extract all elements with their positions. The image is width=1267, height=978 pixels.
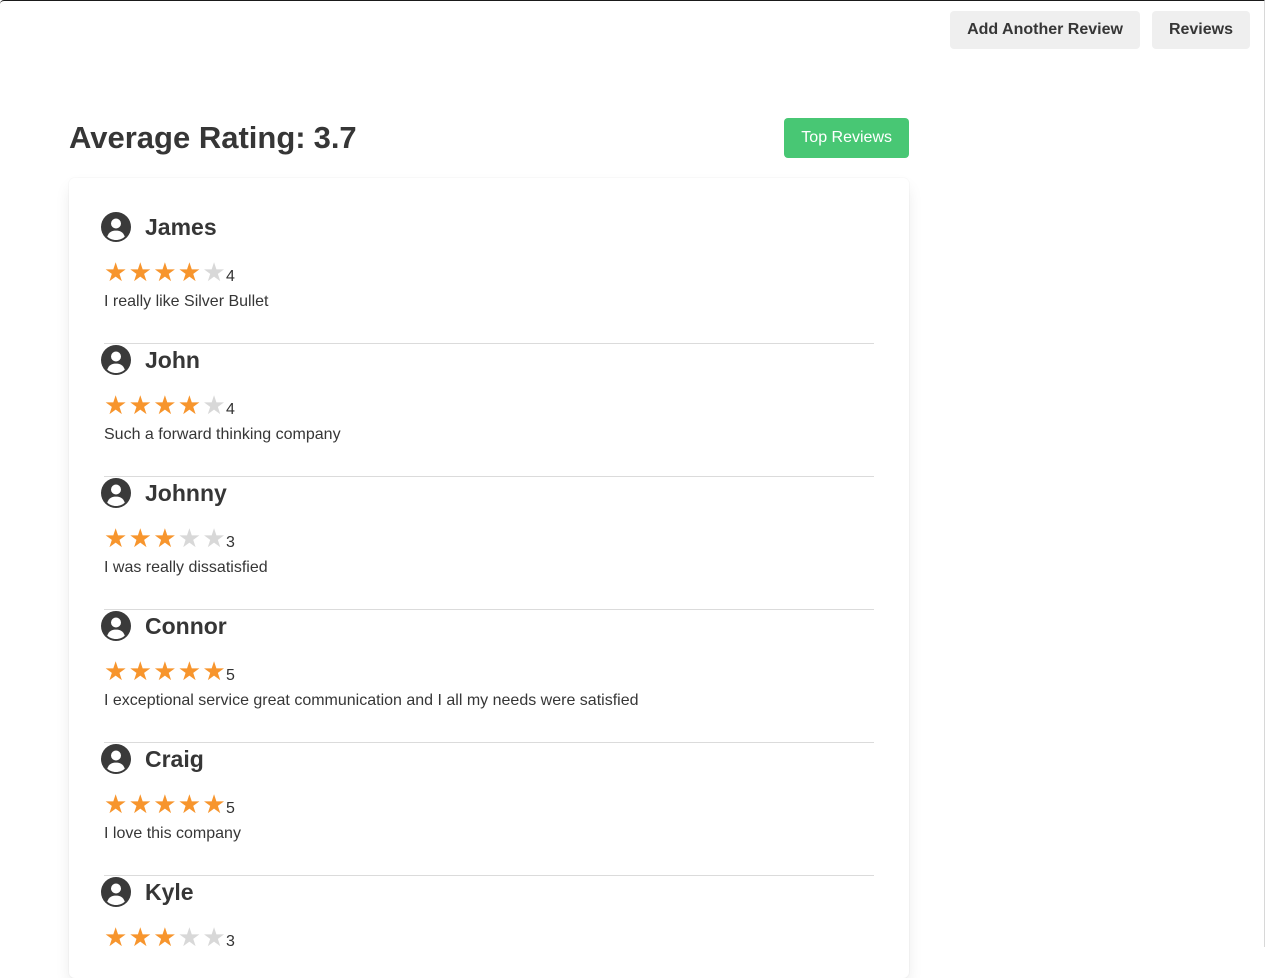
- user-circle-icon: [101, 345, 131, 375]
- rating-value: 4: [225, 268, 235, 285]
- reviewer-name: Johnny: [145, 480, 227, 506]
- star-filled-icon: ★: [153, 524, 177, 554]
- user-circle-icon: [101, 478, 131, 508]
- user-circle-icon: [101, 611, 131, 641]
- star-filled-icon: ★: [104, 258, 128, 288]
- star-empty-icon: ★: [202, 923, 226, 953]
- top-reviews-button[interactable]: Top Reviews: [784, 118, 909, 158]
- review-text: I exceptional service great communicatio…: [104, 692, 639, 709]
- star-filled-icon: ★: [202, 657, 226, 687]
- reviewer-name: Craig: [145, 746, 204, 772]
- star-filled-icon: ★: [128, 258, 152, 288]
- star-filled-icon: ★: [153, 258, 177, 288]
- star-empty-icon: ★: [202, 524, 226, 554]
- reviewer-name: Kyle: [145, 879, 194, 905]
- reviews-button[interactable]: Reviews: [1151, 11, 1250, 49]
- review-text: I really like Silver Bullet: [104, 293, 269, 310]
- star-rating: ★ ★ ★ ★ ★ 4: [104, 391, 235, 421]
- star-filled-icon: ★: [128, 657, 152, 687]
- review-text: Such a forward thinking company: [104, 426, 341, 443]
- star-filled-icon: ★: [177, 258, 202, 288]
- star-filled-icon: ★: [128, 391, 152, 421]
- user-circle-icon: [101, 877, 131, 907]
- rating-value: 4: [225, 401, 235, 418]
- star-empty-icon: ★: [202, 391, 226, 421]
- star-filled-icon: ★: [104, 923, 128, 953]
- reviews-card: James ★ ★ ★ ★ ★ 4 I really like Silver Bullet Jo…: [69, 178, 909, 978]
- stars: ★ ★ ★ ★ ★: [104, 260, 227, 286]
- review-item: James ★ ★ ★ ★ ★ 4 I really like Silver Bullet: [101, 211, 874, 344]
- stars: ★ ★ ★ ★ ★: [104, 925, 227, 951]
- review-text: I was really dissatisfied: [104, 559, 268, 576]
- average-rating-value: 3.7: [313, 120, 357, 155]
- stars: ★ ★ ★ ★ ★: [104, 393, 227, 419]
- reviewer-name: James: [145, 214, 217, 240]
- page-title: Average Rating: 3.7: [69, 118, 357, 158]
- rating-value: 3: [225, 534, 235, 551]
- user-circle-icon: [101, 744, 131, 774]
- stars: ★ ★ ★ ★ ★: [104, 792, 227, 818]
- review-item: Connor ★ ★ ★ ★ ★ 5 I exceptional service great …: [101, 610, 874, 743]
- star-filled-icon: ★: [153, 657, 177, 687]
- star-filled-icon: ★: [128, 923, 152, 953]
- rating-value: 5: [225, 800, 235, 817]
- star-filled-icon: ★: [177, 657, 202, 687]
- rating-header: Average Rating: 3.7 Top Reviews: [69, 118, 909, 158]
- star-rating: ★ ★ ★ ★ ★ 4: [104, 258, 235, 288]
- reviewer-name: John: [145, 347, 200, 373]
- review-text: I love this company: [104, 825, 241, 842]
- add-another-review-button[interactable]: Add Another Review: [950, 11, 1140, 49]
- star-rating: ★ ★ ★ ★ ★ 3: [104, 923, 235, 953]
- star-filled-icon: ★: [128, 790, 152, 820]
- star-rating: ★ ★ ★ ★ ★ 3: [104, 524, 235, 554]
- average-rating-label: Average Rating:: [69, 120, 306, 155]
- star-filled-icon: ★: [128, 524, 152, 554]
- star-filled-icon: ★: [177, 391, 202, 421]
- star-filled-icon: ★: [104, 391, 128, 421]
- star-filled-icon: ★: [104, 524, 128, 554]
- star-filled-icon: ★: [153, 391, 177, 421]
- star-empty-icon: ★: [202, 258, 226, 288]
- star-filled-icon: ★: [153, 923, 177, 953]
- star-filled-icon: ★: [153, 790, 177, 820]
- top-nav: Add Another Review Reviews: [950, 11, 1250, 49]
- reviewer-name: Connor: [145, 613, 227, 639]
- star-filled-icon: ★: [104, 790, 128, 820]
- star-rating: ★ ★ ★ ★ ★ 5: [104, 790, 235, 820]
- star-empty-icon: ★: [177, 524, 202, 554]
- star-rating: ★ ★ ★ ★ ★ 5: [104, 657, 235, 687]
- user-circle-icon: [101, 212, 131, 242]
- stars: ★ ★ ★ ★ ★: [104, 659, 227, 685]
- review-item: Kyle ★ ★ ★ ★ ★ 3: [101, 876, 874, 978]
- star-filled-icon: ★: [202, 790, 226, 820]
- star-empty-icon: ★: [177, 923, 202, 953]
- review-item: Johnny ★ ★ ★ ★ ★ 3 I was really dissatisfied: [101, 477, 874, 610]
- stars: ★ ★ ★ ★ ★: [104, 526, 227, 552]
- rating-value: 3: [225, 933, 235, 950]
- star-filled-icon: ★: [177, 790, 202, 820]
- review-item: Craig ★ ★ ★ ★ ★ 5 I love this company: [101, 743, 874, 876]
- rating-value: 5: [225, 667, 235, 684]
- app-window: Add Another Review Reviews Average Ratin…: [0, 0, 1265, 978]
- star-filled-icon: ★: [104, 657, 128, 687]
- review-item: John ★ ★ ★ ★ ★ 4 Such a forward thinking compan…: [101, 344, 874, 477]
